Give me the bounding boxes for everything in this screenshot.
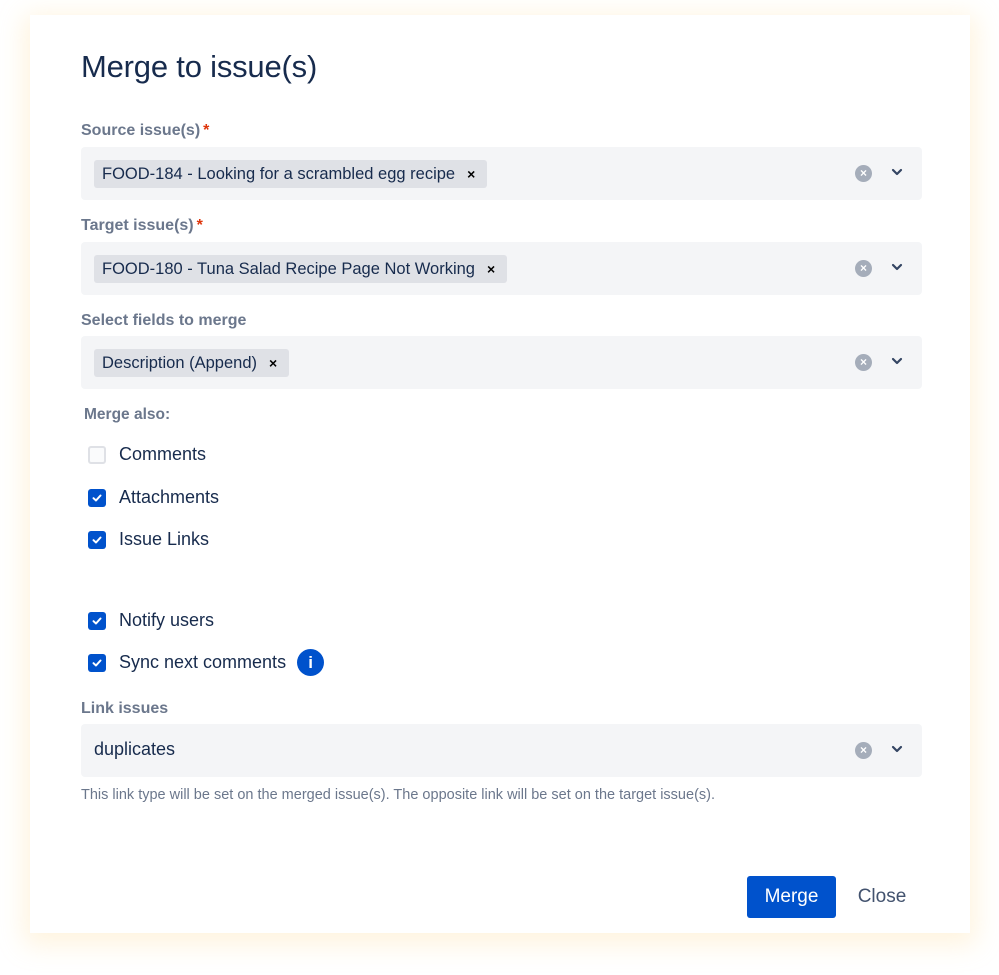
chevron-down-icon[interactable]	[890, 260, 904, 274]
source-issues-select[interactable]: FOOD-184 - Looking for a scrambled egg r…	[81, 147, 922, 200]
source-issue-tag: FOOD-184 - Looking for a scrambled egg r…	[94, 160, 488, 188]
target-issues-label-text: Target issue(s)	[81, 217, 194, 234]
link-issues-helper-text: This link type will be set on the merged…	[81, 787, 715, 803]
checkbox-checked-icon[interactable]	[88, 488, 106, 507]
checkbox-sync-comments[interactable]: Sync next comments i	[88, 649, 325, 676]
remove-tag-icon[interactable]: ×	[269, 355, 277, 371]
clear-icon[interactable]: ×	[855, 165, 872, 182]
chevron-down-icon[interactable]	[890, 742, 904, 756]
info-icon[interactable]: i	[297, 649, 325, 676]
checkbox-label: Comments	[119, 444, 207, 464]
checkbox-checked-icon[interactable]	[88, 611, 106, 630]
clear-icon[interactable]: ×	[855, 742, 872, 759]
clear-icon[interactable]: ×	[855, 354, 872, 371]
required-marker: *	[203, 122, 210, 139]
required-marker: *	[196, 217, 203, 234]
target-issue-tag: FOOD-180 - Tuna Salad Recipe Page Not Wo…	[94, 255, 508, 283]
checkbox-comments[interactable]: Comments	[88, 444, 206, 465]
target-issues-label: Target issue(s) *	[81, 217, 203, 235]
link-issues-label: Link issues	[81, 700, 169, 717]
field-tag: Description (Append) ×	[94, 349, 290, 377]
checkbox-label: Attachments	[119, 487, 220, 507]
tag-label: FOOD-184 - Looking for a scrambled egg r…	[102, 164, 456, 183]
checkbox-checked-icon[interactable]	[88, 530, 106, 549]
link-issues-value: duplicates	[94, 739, 176, 759]
checkbox-checked-icon[interactable]	[88, 653, 106, 672]
checkbox-label: Sync next comments	[119, 652, 287, 672]
remove-tag-icon[interactable]: ×	[467, 166, 475, 182]
checkbox-unchecked-icon[interactable]	[88, 445, 106, 464]
link-issues-select[interactable]: duplicates ×	[81, 724, 922, 777]
merge-button[interactable]: Merge	[747, 876, 836, 918]
merge-also-label: Merge also:	[84, 406, 171, 423]
clear-icon[interactable]: ×	[855, 260, 872, 277]
checkbox-notify-users[interactable]: Notify users	[88, 610, 214, 631]
chevron-down-icon[interactable]	[890, 354, 904, 368]
source-issues-label: Source issue(s) *	[81, 122, 209, 140]
checkbox-label: Notify users	[119, 610, 215, 630]
checkbox-attachments[interactable]: Attachments	[88, 487, 219, 508]
checkbox-label: Issue Links	[119, 529, 210, 549]
fields-to-merge-select[interactable]: Description (Append) × ×	[81, 336, 922, 389]
source-issues-label-text: Source issue(s)	[81, 122, 201, 139]
checkbox-issue-links[interactable]: Issue Links	[88, 529, 209, 550]
tag-label: Description (Append)	[102, 353, 257, 372]
chevron-down-icon[interactable]	[890, 165, 904, 179]
merge-dialog: Merge to issue(s) Source issue(s) * FOOD-…	[30, 15, 970, 933]
tag-label: FOOD-180 - Tuna Salad Recipe Page Not Wo…	[102, 259, 475, 278]
close-button[interactable]: Close	[842, 876, 922, 918]
target-issues-select[interactable]: FOOD-180 - Tuna Salad Recipe Page Not Wo…	[81, 242, 922, 295]
fields-to-merge-label: Select fields to merge	[81, 312, 247, 329]
remove-tag-icon[interactable]: ×	[487, 261, 495, 277]
dialog-title: Merge to issue(s)	[81, 49, 318, 84]
